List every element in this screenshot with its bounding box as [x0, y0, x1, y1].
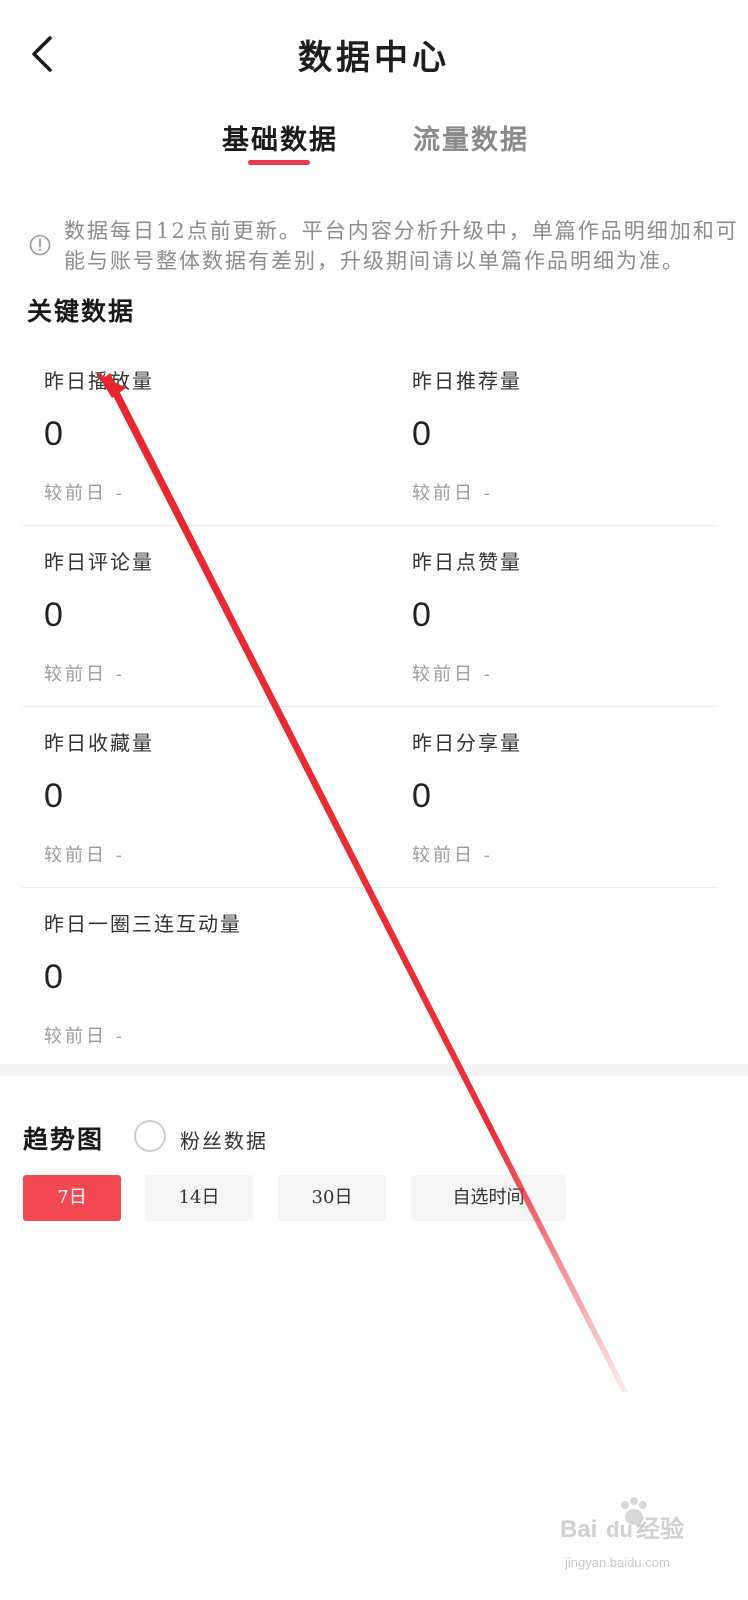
metric-compare: 较前日 - [44, 845, 125, 866]
metric-row: 昨日一圈三连互动量 0 较前日 - [22, 888, 718, 1068]
metric-card-favorites[interactable]: 昨日收藏量 0 较前日 - [44, 707, 384, 887]
metric-row: 昨日播放量 0 较前日 - 昨日推荐量 0 较前日 - [22, 345, 718, 526]
metric-value: 0 [412, 596, 431, 634]
metric-compare: 较前日 - [412, 664, 493, 685]
metric-card-triple-interaction[interactable]: 昨日一圈三连互动量 0 较前日 - [44, 888, 384, 1068]
metric-label: 昨日点赞量 [412, 550, 522, 574]
metric-value: 0 [44, 596, 63, 634]
fans-data-label[interactable]: 粉丝数据 [180, 1125, 268, 1154]
metric-value: 0 [412, 777, 431, 815]
tab-traffic-data[interactable]: 流量数据 [413, 118, 529, 157]
range-30-days-button[interactable]: 30日 [278, 1175, 386, 1221]
metric-compare: 较前日 - [412, 483, 493, 504]
key-data-title: 关键数据 [27, 297, 136, 326]
info-icon [29, 234, 51, 256]
notice-text: 数据每日12点前更新。平台内容分析升级中，单篇作品明细加和可能与账号整体数据有差… [64, 219, 739, 273]
metric-value: 0 [44, 415, 63, 453]
metric-value: 0 [412, 415, 431, 453]
metric-card-comments[interactable]: 昨日评论量 0 较前日 - [44, 526, 384, 706]
metric-value: 0 [44, 958, 63, 996]
baidu-jingyan-watermark: Bai du 经验 [560, 1497, 684, 1543]
section-divider [0, 1064, 748, 1076]
metric-label: 昨日播放量 [44, 369, 154, 393]
metric-row: 昨日评论量 0 较前日 - 昨日点赞量 0 较前日 - [22, 526, 718, 707]
metric-label: 昨日收藏量 [44, 731, 154, 755]
metric-compare: 较前日 - [412, 845, 493, 866]
range-custom-button[interactable]: 自选时间 [411, 1175, 566, 1221]
metric-card-plays[interactable]: 昨日播放量 0 较前日 - [44, 345, 384, 525]
metric-label: 昨日一圈三连互动量 [44, 912, 242, 936]
metric-label: 昨日分享量 [412, 731, 522, 755]
range-14-days-button[interactable]: 14日 [145, 1175, 253, 1221]
tab-basic-data[interactable]: 基础数据 [222, 118, 338, 157]
tab-bar: 基础数据 流量数据 [0, 118, 748, 174]
active-tab-indicator [248, 160, 310, 165]
metric-card-recommendations[interactable]: 昨日推荐量 0 较前日 - [412, 345, 748, 525]
metric-value: 0 [44, 777, 63, 815]
metric-row: 昨日收藏量 0 较前日 - 昨日分享量 0 较前日 - [22, 707, 718, 888]
metric-label: 昨日评论量 [44, 550, 154, 574]
svg-text:经验: 经验 [636, 1515, 684, 1543]
metric-label: 昨日推荐量 [412, 369, 522, 393]
trend-title: 趋势图 [23, 1125, 105, 1154]
metric-compare: 较前日 - [44, 1026, 125, 1047]
watermark-url: jingyan.baidu.com [565, 1555, 670, 1570]
metric-compare: 较前日 - [44, 664, 125, 685]
svg-text:du: du [606, 1517, 633, 1542]
metric-card-shares[interactable]: 昨日分享量 0 较前日 - [412, 707, 748, 887]
range-7-days-button[interactable]: 7日 [23, 1175, 121, 1221]
metric-card-likes[interactable]: 昨日点赞量 0 较前日 - [412, 526, 748, 706]
fans-data-radio[interactable] [134, 1120, 166, 1152]
svg-text:Bai: Bai [560, 1516, 597, 1543]
top-bar: 数据中心 [0, 0, 748, 110]
key-metrics-grid: 昨日播放量 0 较前日 - 昨日推荐量 0 较前日 - 昨日评论量 0 较前日 … [22, 345, 718, 1068]
metric-compare: 较前日 - [44, 483, 125, 504]
page-title: 数据中心 [298, 38, 450, 78]
